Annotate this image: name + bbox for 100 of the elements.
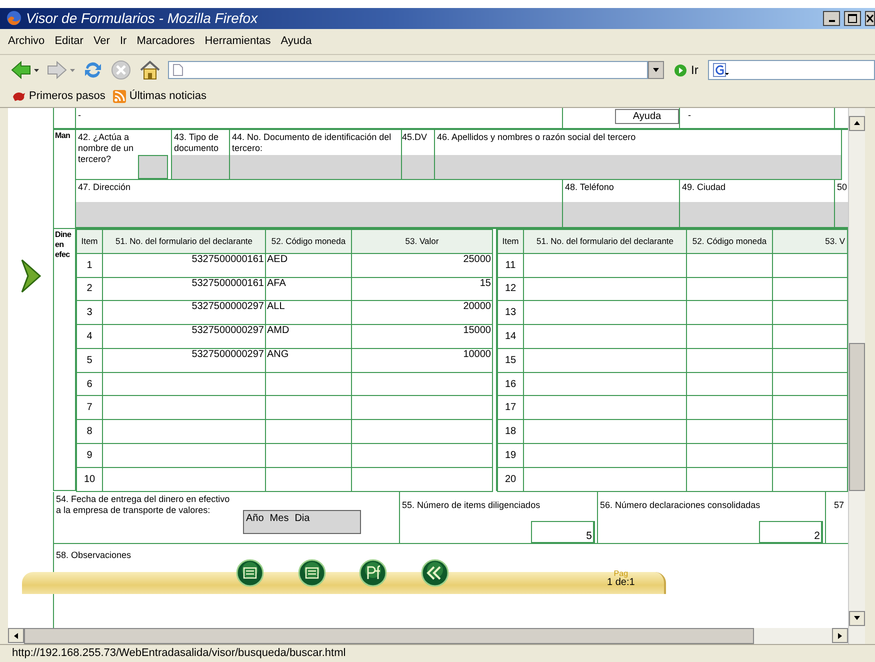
pdf-button[interactable] [359,558,387,587]
amount-cell: 15000 [352,324,492,348]
maximize-button[interactable] [844,10,861,26]
item-number-cell: 15 [498,348,524,372]
field-label: 56. Número declaraciones consolidadas [599,498,762,511]
page-counter: 1 de:1 [607,578,635,587]
close-icon [866,14,874,23]
scroll-right-button[interactable] [832,628,848,644]
section-label: Dine en efec [53,228,76,491]
input-field[interactable] [76,202,562,227]
menu-item[interactable]: Archivo [8,35,45,48]
field-label: 55. Número de items diligenciados [401,498,542,511]
field-label: 49. Ciudad [681,180,727,193]
item-number-cell: 9 [76,444,102,468]
form-number-cell: 5327500000297 [102,324,266,348]
item-number-cell: 16 [498,372,524,396]
field-label: 50 [836,180,848,193]
document-button[interactable] [298,558,326,587]
field-label: 48. Teléfono [564,180,615,193]
date-field[interactable]: Año Mes Dia [243,510,361,534]
expand-arrow-icon[interactable] [20,258,42,294]
document-button[interactable] [236,558,264,587]
menu-item[interactable]: Editar [54,35,84,48]
go-button[interactable]: Ir [670,63,702,78]
field-label: 54. Fecha de entrega del dinero en efectivo [55,492,231,505]
item-number-cell: 2 [76,277,102,301]
item-number-cell: 20 [498,467,524,492]
scroll-up-button[interactable] [849,116,865,131]
menu-item[interactable]: Ir [120,35,127,48]
bookmark-link[interactable]: Primeros pasos [12,90,106,102]
page-label: Pag [614,568,628,578]
field-label: 57 [833,498,846,511]
date-part-label: Mes [270,512,289,526]
menu-item[interactable]: Herramientas [204,35,271,48]
input-field[interactable] [680,202,834,227]
input-field[interactable] [402,154,434,179]
search-field[interactable] [708,60,875,80]
column-header: Item [76,229,102,254]
menu-item[interactable]: Ayuda [280,35,312,48]
minimize-button[interactable] [823,10,840,26]
item-number-cell: 17 [498,396,524,420]
item-number-cell: 18 [498,420,524,444]
rss-feed-icon [113,90,126,103]
bookmark-icon [12,90,26,102]
menu-item[interactable]: Ver [93,35,110,48]
item-number-cell: 1 [76,253,102,277]
scroll-down-button[interactable] [849,610,865,626]
item-number-cell: 5 [76,348,102,372]
currency-code-cell: AFA [266,277,352,301]
minimize-icon [828,20,834,22]
menu-item[interactable]: Marcadores [136,35,195,48]
back-button[interactable] [421,558,449,587]
item-number-cell: 12 [498,277,524,301]
amount-cell: 20000 [352,300,492,325]
item-number-cell: 14 [498,324,524,348]
input-field[interactable] [172,154,229,179]
item-number-cell: 10 [76,467,102,492]
currency-code-cell: ANG [266,348,352,372]
field-label: 58. Observaciones [55,548,132,561]
date-part-label: Dia [294,512,310,526]
input-field[interactable] [230,154,401,179]
scroll-left-button[interactable] [8,628,24,644]
input-field[interactable] [563,202,679,227]
forward-button[interactable] [46,59,76,82]
address-field[interactable] [168,61,648,80]
input-field[interactable]: 5 [531,520,595,543]
amount-cell: 10000 [352,348,492,372]
caret-icon [652,66,660,74]
maximize-icon [848,14,857,23]
input-field[interactable] [435,154,841,179]
form-number-cell: 5327500000297 [102,348,266,372]
right-arrow-icon [836,632,844,640]
history-dropdown-button[interactable] [648,61,664,80]
currency-code-cell: AED [266,253,352,277]
browser-logo-icon [6,10,22,26]
amount-cell: 15 [352,277,492,301]
column-header: 53. Valor [352,229,492,254]
status-text: http://192.168.255.73/WebEntradasalida/visor/busqueda/buscar.html [12,647,346,660]
form-text: - [77,108,82,121]
help-button[interactable]: Ayuda [615,108,679,124]
page-icon [173,64,183,76]
home-button[interactable] [138,59,162,82]
item-number-cell: 11 [498,253,524,277]
item-number-cell: 13 [498,300,524,325]
scrollbar-thumb[interactable] [849,342,865,491]
vertical-scrollbar[interactable] [848,108,865,644]
field-label: 43. Tipo de documento [173,130,220,154]
answer-box[interactable] [138,154,168,179]
field-label: a la empresa de transporte de valores: [55,504,212,516]
item-number-cell: 8 [76,420,102,444]
column-header: 53. V [772,229,848,254]
input-field[interactable]: 2 [759,520,823,543]
close-button[interactable] [865,10,875,26]
form-number-cell: 5327500000297 [102,300,266,325]
down-arrow-icon [853,614,861,622]
back-button[interactable] [10,59,40,82]
stop-button[interactable] [110,59,132,82]
item-number-cell: 4 [76,324,102,348]
bookmark-link[interactable]: Últimas noticias [113,90,206,103]
field-label: 47. Dirección [77,180,132,193]
